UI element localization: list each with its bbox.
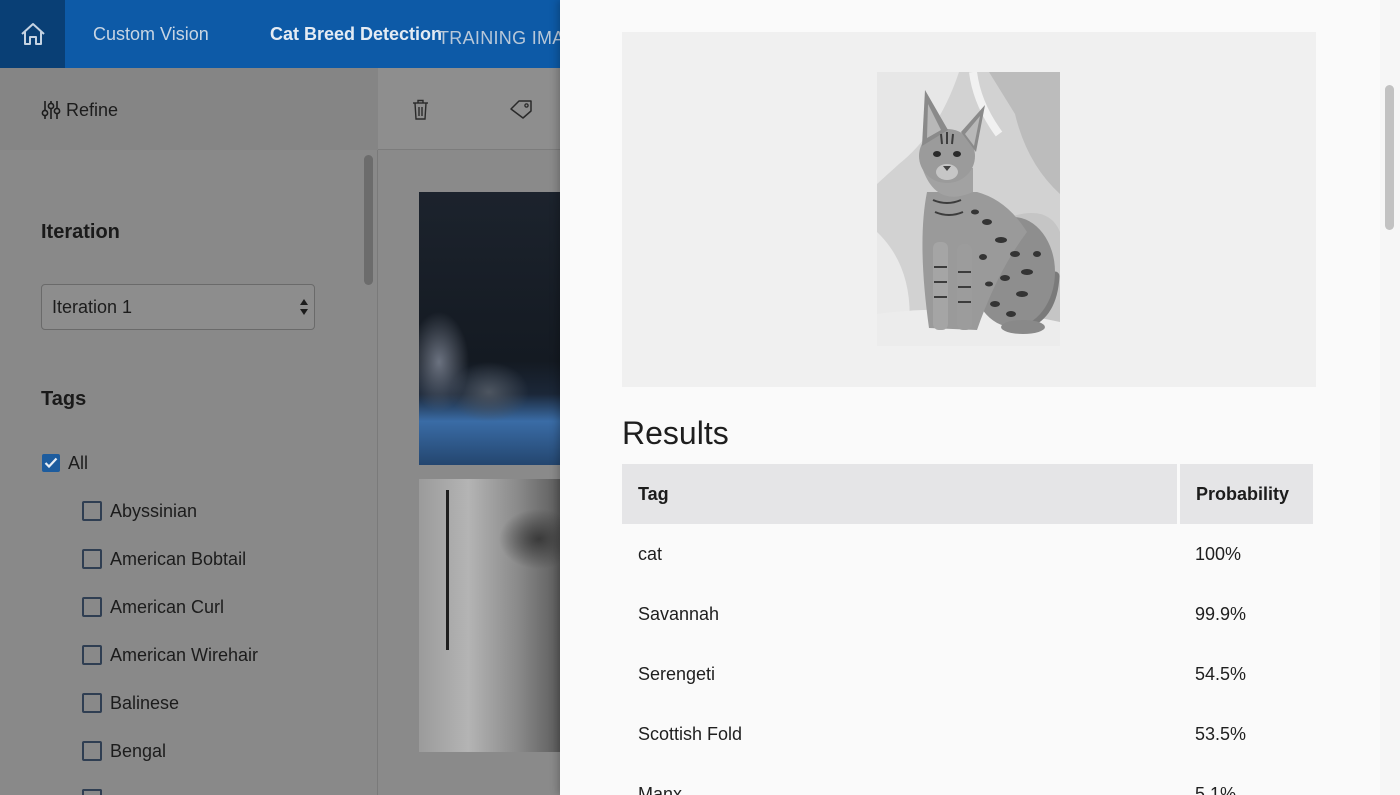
- project-name[interactable]: Cat Breed Detection: [270, 22, 442, 46]
- probability-cell: 54.5%: [1195, 664, 1247, 684]
- table-row: Savannah 99.9%: [622, 584, 1313, 644]
- tag-label[interactable]: Abyssinian: [110, 499, 197, 523]
- top-bar: Custom Vision Cat Breed Detection TRAINI…: [0, 0, 560, 68]
- results-heading: Results: [622, 415, 729, 451]
- tag-cell: Manx: [638, 784, 683, 795]
- sidebar-scrollbar[interactable]: [364, 155, 373, 285]
- filter-sidebar: [0, 150, 378, 795]
- table-row: Manx 5.1%: [622, 764, 1313, 795]
- tag-checkbox-abyssinian[interactable]: [82, 501, 102, 521]
- iteration-select-value: Iteration 1: [52, 297, 133, 317]
- column-header-tag[interactable]: Tag: [622, 464, 1177, 524]
- iteration-heading: Iteration: [41, 221, 120, 243]
- column-header-probability[interactable]: Probability: [1180, 464, 1313, 524]
- tag-checkbox-american-bobtail[interactable]: [82, 549, 102, 569]
- tag-cell: cat: [638, 544, 663, 564]
- tag-label[interactable]: Bi: [110, 789, 126, 795]
- refine-button[interactable]: Refine: [66, 98, 118, 122]
- probability-cell: 5.1%: [1195, 784, 1237, 795]
- home-icon: [21, 23, 45, 45]
- tag-cell: Savannah: [638, 604, 720, 624]
- probability-cell: 53.5%: [1195, 724, 1247, 744]
- tag-label[interactable]: American Bobtail: [110, 547, 246, 571]
- panel-scrollbar-thumb[interactable]: [1385, 85, 1394, 230]
- tag-checkbox-american-wirehair[interactable]: [82, 645, 102, 665]
- tag-checkbox-bengal[interactable]: [82, 741, 102, 761]
- table-row: cat 100%: [622, 524, 1313, 584]
- probability-cell: 99.9%: [1195, 604, 1247, 624]
- table-row: Scottish Fold 53.5%: [622, 704, 1313, 764]
- chevron-updown-icon: [300, 299, 308, 315]
- thumbnail-detail: [446, 490, 449, 650]
- app-name-link[interactable]: Custom Vision: [93, 22, 209, 46]
- tag-checkbox-bi[interactable]: [82, 789, 102, 795]
- section-tab-training-images[interactable]: TRAINING IMA: [438, 26, 560, 50]
- tag-checkbox-balinese[interactable]: [82, 693, 102, 713]
- tag-cell: Serengeti: [638, 664, 716, 684]
- home-button[interactable]: [0, 0, 65, 68]
- image-preview: [622, 32, 1316, 387]
- training-image-thumbnail[interactable]: [419, 192, 560, 465]
- tag-label[interactable]: Bengal: [110, 739, 166, 763]
- tag-label[interactable]: American Curl: [110, 595, 224, 619]
- tag-label-all[interactable]: All: [68, 451, 88, 475]
- tag-icon[interactable]: [509, 99, 533, 119]
- tag-checkbox-american-curl[interactable]: [82, 597, 102, 617]
- tags-heading: Tags: [41, 388, 87, 410]
- cat-photo: [877, 72, 1060, 346]
- check-icon: [44, 457, 58, 469]
- tag-checkbox-all[interactable]: [42, 454, 60, 472]
- tag-label[interactable]: Balinese: [110, 691, 179, 715]
- probability-cell: 100%: [1195, 544, 1242, 564]
- tag-label[interactable]: American Wirehair: [110, 643, 258, 667]
- prediction-panel: Results Tag Probability cat 100% Savanna…: [560, 0, 1400, 795]
- filter-icon[interactable]: [41, 100, 61, 120]
- training-image-thumbnail[interactable]: [419, 479, 560, 752]
- tag-cell: Scottish Fold: [638, 724, 743, 744]
- trash-icon[interactable]: [412, 99, 429, 120]
- table-row: Serengeti 54.5%: [622, 644, 1313, 704]
